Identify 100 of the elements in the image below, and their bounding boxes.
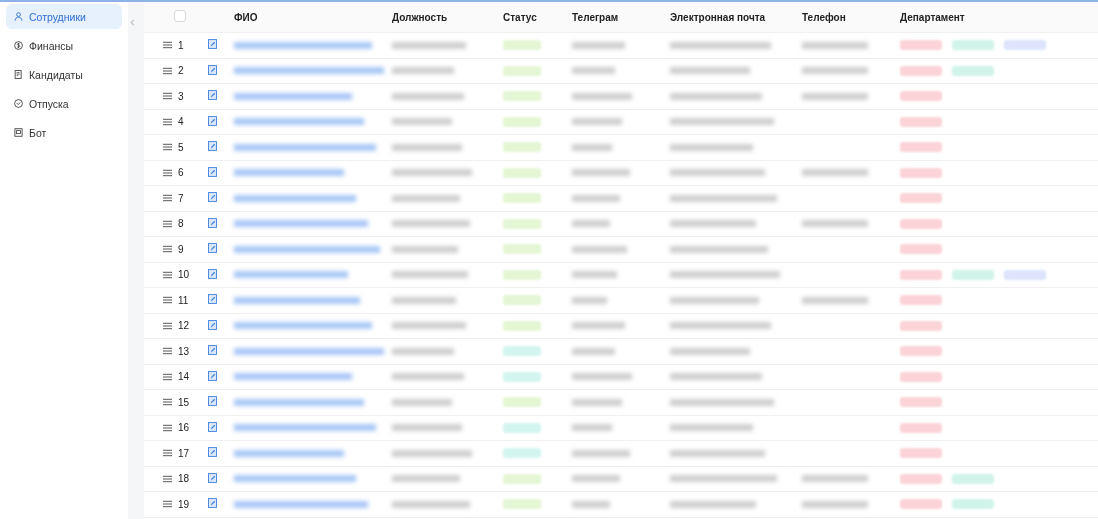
edit-icon[interactable]: [208, 115, 217, 126]
edit-icon[interactable]: [208, 319, 217, 330]
blurred-text: [392, 143, 462, 151]
blurred-text: [572, 169, 630, 177]
row-number: 15: [178, 396, 190, 408]
blurred-text: [572, 322, 625, 330]
row-number: 13: [178, 345, 190, 357]
row-number: 12: [178, 320, 190, 332]
row-number: 3: [178, 90, 184, 102]
blurred-text: [572, 67, 615, 75]
select-all-checkbox[interactable]: [174, 10, 186, 22]
edit-icon[interactable]: [208, 90, 217, 101]
blurred-text: [572, 41, 625, 49]
edit-icon[interactable]: [208, 472, 217, 483]
column-header: Должность: [392, 11, 448, 23]
check-circle-icon: [14, 99, 23, 108]
drag-handle-icon[interactable]: [163, 449, 172, 458]
blurred-text: [572, 475, 620, 483]
drag-handle-icon[interactable]: [163, 219, 172, 228]
drag-handle-icon[interactable]: [163, 423, 172, 432]
edit-icon[interactable]: [208, 166, 217, 177]
drag-handle-icon[interactable]: [163, 500, 172, 509]
row-number: 16: [178, 422, 190, 434]
blurred-text: [572, 500, 610, 508]
row-number: 9: [178, 243, 184, 255]
blurred-text: [392, 118, 452, 126]
edit-icon[interactable]: [208, 268, 217, 279]
blurred-text: [572, 296, 607, 304]
blurred-text: [572, 220, 610, 228]
sidebar-item[interactable]: Финансы: [6, 33, 122, 58]
column-header: Статус: [503, 11, 537, 23]
drag-handle-icon[interactable]: [163, 321, 172, 330]
row-number: 18: [178, 473, 190, 485]
blurred-text: [572, 271, 617, 279]
drag-handle-icon[interactable]: [163, 194, 172, 203]
blurred-text: [392, 398, 452, 406]
drag-handle-icon[interactable]: [163, 66, 172, 75]
sidebar-item[interactable]: Кандидаты: [6, 62, 122, 87]
drag-handle-icon[interactable]: [163, 245, 172, 254]
blurred-text: [392, 296, 456, 304]
row-number: 14: [178, 371, 190, 383]
row-number: 6: [178, 167, 184, 179]
drag-handle-icon[interactable]: [163, 347, 172, 356]
row-number: 4: [178, 116, 184, 128]
edit-icon[interactable]: [208, 498, 217, 509]
robot-icon: [14, 128, 23, 137]
drag-handle-icon[interactable]: [163, 168, 172, 177]
blurred-text: [392, 245, 458, 253]
document-icon: [14, 70, 23, 79]
drag-handle-icon[interactable]: [163, 270, 172, 279]
edit-icon[interactable]: [208, 243, 217, 254]
blurred-text: [572, 92, 632, 100]
edit-icon[interactable]: [208, 396, 217, 407]
row-number: 1: [178, 39, 184, 51]
row-number: 17: [178, 447, 190, 459]
edit-icon[interactable]: [208, 141, 217, 152]
sidebar-item[interactable]: Сотрудники: [6, 4, 122, 29]
drag-handle-icon[interactable]: [163, 41, 172, 50]
edit-icon[interactable]: [208, 217, 217, 228]
row-number: 2: [178, 65, 184, 77]
drag-handle-icon[interactable]: [163, 398, 172, 407]
blurred-text: [392, 373, 464, 381]
row-number: 19: [178, 498, 190, 510]
blurred-text: [572, 398, 622, 406]
drag-handle-icon[interactable]: [163, 92, 172, 101]
drag-handle-icon[interactable]: [163, 117, 172, 126]
edit-icon[interactable]: [208, 421, 217, 432]
column-header: Департамент: [900, 11, 965, 23]
edit-icon[interactable]: [208, 447, 217, 458]
row-number: 5: [178, 141, 184, 153]
row-number: 7: [178, 192, 184, 204]
blurred-text: [392, 67, 454, 75]
blurred-text: [572, 118, 622, 126]
row-number: 10: [178, 269, 190, 281]
edit-icon[interactable]: [208, 192, 217, 203]
edit-icon[interactable]: [208, 370, 217, 381]
blurred-text: [572, 449, 630, 457]
edit-icon[interactable]: [208, 64, 217, 75]
blurred-text: [392, 194, 460, 202]
drag-handle-icon[interactable]: [163, 474, 172, 483]
column-header: Телефон: [802, 11, 846, 23]
edit-icon[interactable]: [208, 39, 217, 50]
blurred-text: [572, 245, 627, 253]
blurred-text: [572, 373, 632, 381]
row-number: 8: [178, 218, 184, 230]
row-number: 11: [178, 294, 189, 306]
blurred-text: [572, 347, 615, 355]
sidebar-item[interactable]: Отпуска: [6, 91, 122, 116]
drag-handle-icon[interactable]: [163, 143, 172, 152]
column-header: Электронная почта: [670, 11, 766, 23]
user-icon: [14, 12, 23, 21]
blurred-text: [392, 424, 462, 432]
blurred-text: [392, 92, 464, 100]
blurred-text: [572, 194, 620, 202]
drag-handle-icon[interactable]: [163, 372, 172, 381]
blurred-text: [572, 143, 612, 151]
sidebar-item[interactable]: Бот: [6, 120, 122, 145]
edit-icon[interactable]: [208, 294, 217, 305]
edit-icon[interactable]: [208, 345, 217, 356]
drag-handle-icon[interactable]: [163, 296, 172, 305]
